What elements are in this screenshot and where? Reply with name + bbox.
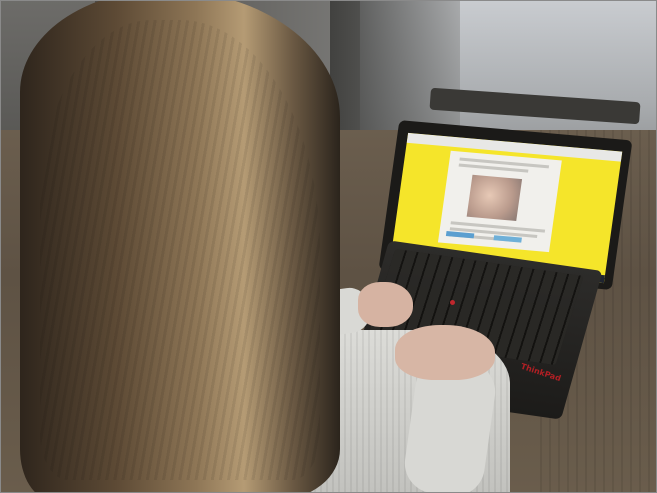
right-hand (395, 325, 495, 380)
photo-thumbnail-icon (466, 174, 523, 222)
hair-strands (40, 20, 320, 480)
photo-scene: ThinkPad (0, 0, 657, 493)
left-hand (358, 282, 413, 327)
trackpoint (450, 300, 455, 305)
